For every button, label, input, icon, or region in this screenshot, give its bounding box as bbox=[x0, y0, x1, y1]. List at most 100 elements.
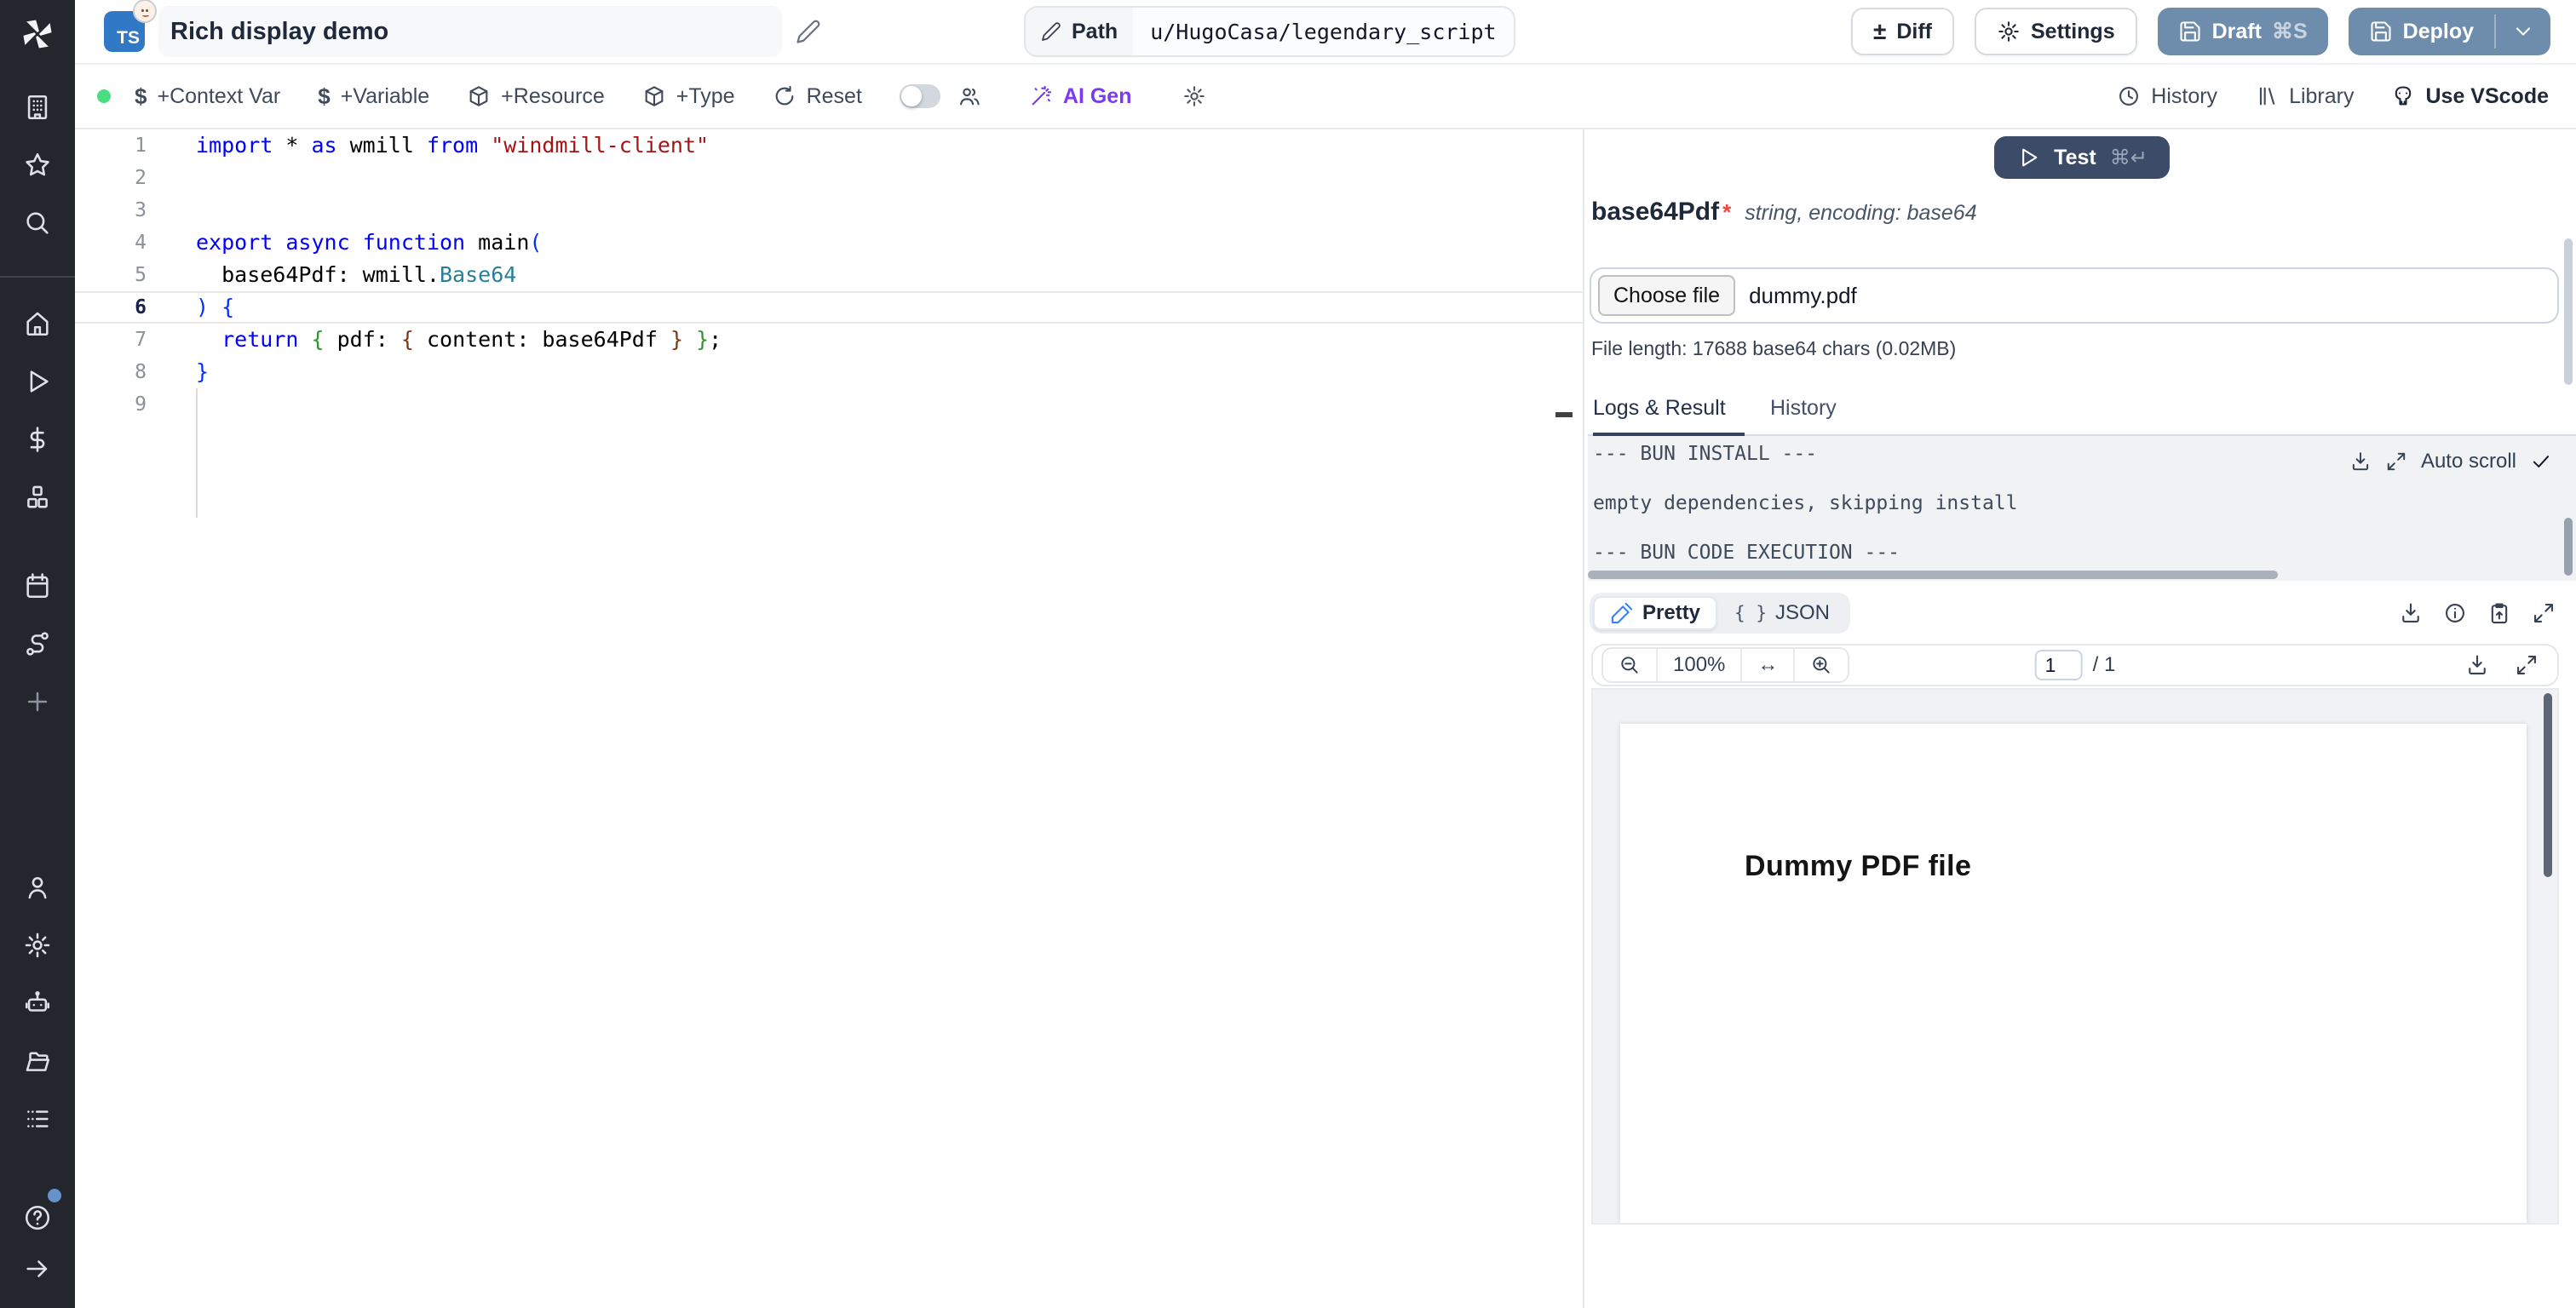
settings-button[interactable]: Settings bbox=[1974, 8, 2137, 55]
library-button[interactable]: Library bbox=[2255, 84, 2354, 109]
diff-button[interactable]: ± Diff bbox=[1850, 8, 1954, 55]
dollar-icon: $ bbox=[135, 83, 147, 109]
logs-output[interactable]: --- BUN INSTALL --- empty dependencies, … bbox=[1588, 436, 2576, 581]
expand-pdf-icon[interactable] bbox=[2515, 653, 2539, 677]
code-line-8[interactable]: 8} bbox=[75, 356, 1583, 388]
add-resource-label: +Resource bbox=[501, 83, 605, 108]
reset-button[interactable]: Reset bbox=[759, 84, 876, 109]
code-line-6[interactable]: 6) { bbox=[75, 291, 1583, 324]
use-vscode-label: Use VScode bbox=[2425, 83, 2549, 108]
arrow-right-icon bbox=[23, 1254, 52, 1283]
magic-wand-icon bbox=[1029, 84, 1053, 108]
resource-box-icon bbox=[467, 84, 491, 108]
page-number-input[interactable]: 1 bbox=[2034, 650, 2083, 680]
sidebar-item-person[interactable] bbox=[5, 862, 70, 913]
edit-title-pencil-icon[interactable] bbox=[796, 19, 821, 44]
plus-icon bbox=[23, 687, 52, 716]
collaborators-button[interactable] bbox=[951, 84, 988, 108]
sidebar-item-list[interactable] bbox=[5, 1093, 70, 1144]
result-view-switcher: Pretty { } JSON bbox=[1588, 593, 2576, 634]
play-icon bbox=[23, 367, 52, 396]
code-line-5[interactable]: 5 base64Pdf: wmill.Base64 bbox=[75, 259, 1583, 291]
info-icon[interactable] bbox=[2443, 601, 2467, 625]
logs-horizontal-scrollbar[interactable] bbox=[1588, 571, 2278, 579]
code-line-1[interactable]: 1 import * as wmill from "windmill-client… bbox=[75, 129, 1583, 162]
windmill-logo-icon[interactable] bbox=[17, 14, 58, 54]
download-pdf-icon[interactable] bbox=[2465, 653, 2489, 677]
download-logs-icon[interactable] bbox=[2349, 450, 2372, 473]
zoom-in-button[interactable] bbox=[1793, 649, 1848, 681]
braces-icon: { } bbox=[1734, 603, 1767, 623]
sidebar-item-plus[interactable] bbox=[5, 676, 70, 727]
ai-gen-button[interactable]: AI Gen bbox=[1015, 84, 1146, 109]
vscode-icon bbox=[2391, 84, 2415, 108]
sidebar-item-calendar[interactable] bbox=[5, 560, 70, 611]
draft-button[interactable]: Draft ⌘S bbox=[2157, 8, 2328, 55]
fit-width-button[interactable]: ↔ bbox=[1740, 649, 1793, 681]
sidebar-item-home[interactable] bbox=[5, 298, 70, 349]
code-line-3[interactable]: 3 bbox=[75, 194, 1583, 227]
logs-vertical-scrollbar[interactable] bbox=[2564, 518, 2573, 576]
use-vscode-button[interactable]: Use VScode bbox=[2391, 84, 2549, 109]
pair-programming-toggle[interactable] bbox=[899, 84, 940, 108]
script-title-input[interactable]: Rich display demo bbox=[158, 6, 782, 57]
draft-label: Draft bbox=[2211, 19, 2262, 43]
add-type-button[interactable]: +Type bbox=[629, 84, 749, 109]
test-button[interactable]: Test ⌘↵ bbox=[1994, 136, 2170, 179]
sidebar-item-route[interactable] bbox=[5, 618, 70, 669]
sidebar-item-star[interactable] bbox=[5, 140, 70, 191]
search-icon bbox=[23, 209, 52, 238]
editor-settings-button[interactable] bbox=[1169, 84, 1220, 108]
add-resource-button[interactable]: +Resource bbox=[453, 84, 618, 109]
code-text: return { pdf: { content: base64Pdf } }; bbox=[221, 327, 722, 352]
panel-scrollbar[interactable] bbox=[2564, 238, 2573, 385]
code-line-7[interactable]: 7 return { pdf: { content: base64Pdf } }… bbox=[75, 324, 1583, 356]
sidebar-item-play[interactable] bbox=[5, 356, 70, 407]
auto-scroll-label[interactable]: Auto scroll bbox=[2421, 450, 2516, 473]
path-pill[interactable]: Path u/HugoCasa/legendary_script bbox=[1024, 6, 1515, 57]
code-line-2[interactable]: 2 bbox=[75, 162, 1583, 194]
pretty-view-button[interactable]: Pretty bbox=[1593, 596, 1718, 630]
test-label: Test bbox=[2054, 145, 2096, 169]
add-context-var-button[interactable]: $ +Context Var bbox=[121, 83, 294, 110]
tab-logs-result[interactable]: Logs & Result bbox=[1593, 396, 1745, 437]
expand-logs-icon[interactable] bbox=[2385, 450, 2407, 473]
add-variable-button[interactable]: $ +Variable bbox=[304, 83, 443, 110]
download-result-icon[interactable] bbox=[2399, 601, 2423, 625]
deploy-button[interactable]: Deploy bbox=[2349, 8, 2494, 55]
sidebar-item-search[interactable] bbox=[5, 198, 70, 249]
baby-emoji-badge bbox=[133, 0, 157, 23]
reset-label: Reset bbox=[806, 83, 862, 108]
sidebar-item-gear[interactable] bbox=[5, 920, 70, 971]
sidebar-item-robot[interactable] bbox=[5, 978, 70, 1029]
path-value[interactable]: u/HugoCasa/legendary_script bbox=[1133, 20, 1513, 44]
expand-result-icon[interactable] bbox=[2532, 601, 2556, 625]
code-line-4[interactable]: 4 export async function main( bbox=[75, 227, 1583, 259]
code-editor[interactable]: 1 import * as wmill from "windmill-client… bbox=[75, 129, 1584, 1308]
add-context-var-label: +Context Var bbox=[157, 83, 281, 108]
code-line-9[interactable]: 9 bbox=[75, 388, 1583, 421]
pdf-viewer[interactable]: Dummy PDF file bbox=[1591, 688, 2559, 1225]
json-view-button[interactable]: { } JSON bbox=[1717, 596, 1847, 630]
file-input[interactable]: Choose file dummy.pdf bbox=[1590, 267, 2559, 324]
code-text: } bbox=[196, 359, 210, 384]
history-button[interactable]: History bbox=[2117, 84, 2217, 109]
zoom-out-button[interactable] bbox=[1603, 649, 1656, 681]
code-text: ) { bbox=[196, 295, 235, 319]
collapse-sidebar-button[interactable] bbox=[5, 1243, 70, 1294]
robot-icon bbox=[23, 989, 52, 1018]
deploy-dropdown-button[interactable] bbox=[2496, 8, 2550, 55]
help-button[interactable] bbox=[5, 1189, 70, 1243]
history-clock-icon bbox=[2117, 84, 2141, 108]
choose-file-button[interactable]: Choose file bbox=[1598, 275, 1736, 316]
tab-history[interactable]: History bbox=[1770, 396, 1837, 434]
sidebar-item-building[interactable] bbox=[5, 82, 70, 133]
copy-result-icon[interactable] bbox=[2487, 601, 2511, 625]
json-label: JSON bbox=[1774, 601, 1830, 624]
sidebar-item-dollar[interactable] bbox=[5, 414, 70, 465]
pdf-scrollbar[interactable] bbox=[2544, 693, 2552, 877]
diff-label: Diff bbox=[1896, 19, 1932, 43]
sidebar-item-folder[interactable] bbox=[5, 1036, 70, 1087]
add-variable-label: +Variable bbox=[340, 83, 430, 108]
sidebar-item-cubes[interactable] bbox=[5, 472, 70, 523]
